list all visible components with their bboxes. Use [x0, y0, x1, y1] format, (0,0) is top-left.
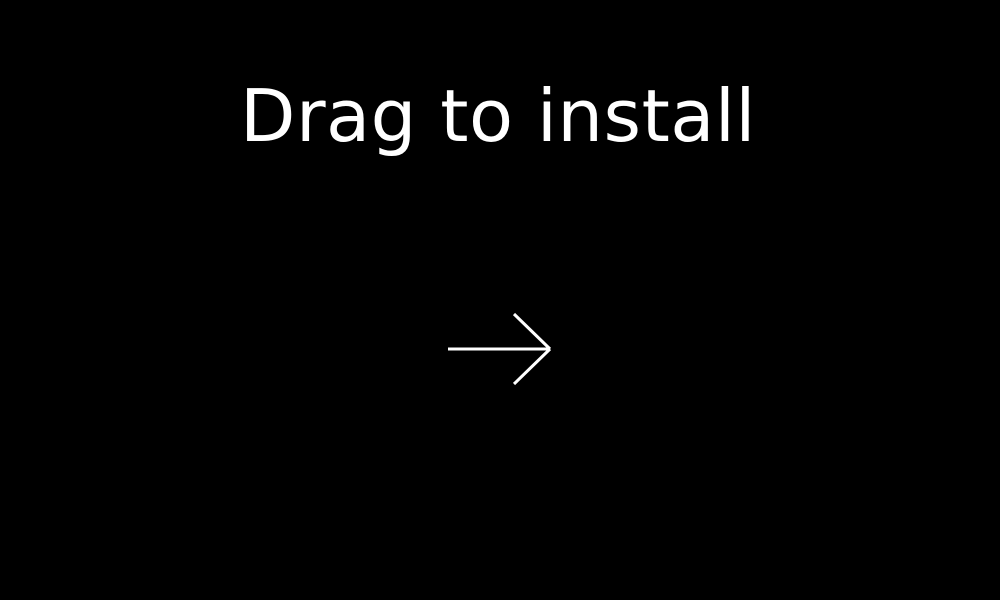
right-arrow-icon [448, 312, 552, 386]
installer-background: Drag to install [0, 0, 1000, 600]
drag-to-install-instruction: Drag to install [240, 74, 756, 158]
